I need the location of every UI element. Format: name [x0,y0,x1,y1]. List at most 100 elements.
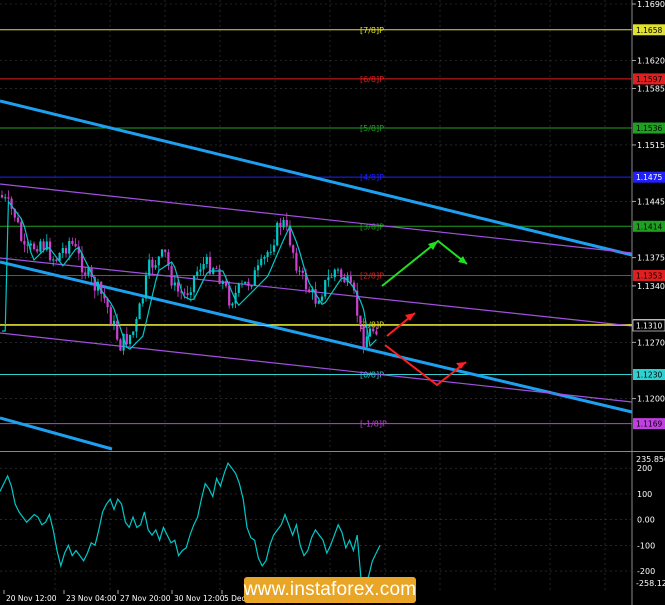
candle-body [215,268,218,270]
current-price-tag: 1.1310 [632,319,665,332]
current-price-label: 1.1310 [636,322,662,331]
price-label-7: 1.1270 [637,338,665,347]
candle-body [125,333,128,345]
forex-chart[interactable]: [7/8]P[6/8]P[5/8]P[4/8]P[3/8]P[2/8]P[1/8… [0,0,665,605]
murrey-label-5: [2/8]P [360,271,384,280]
osc-level-1: 100 [637,490,652,499]
candle-body [295,252,298,271]
candle-body [256,265,260,271]
candle-body [199,269,202,272]
price-tag-2: 1.1536 [636,124,662,133]
murrey-label-8: [-1/8]P [360,420,387,429]
price-label-3: 1.1515 [637,141,665,150]
time-label-2: 27 Nov 20:00 [120,594,171,603]
candle-body [36,249,39,252]
candle-body [202,263,205,270]
candle-body [160,249,164,257]
candle-body [279,222,282,228]
candle-body [132,331,135,335]
time-label-0: 20 Nov 12:00 [6,594,57,603]
candle-body [250,285,253,287]
candle-body [320,296,324,301]
candle-body [228,285,231,306]
price-pane[interactable] [0,0,632,450]
candle-body [359,315,362,325]
price-axis[interactable]: 1.1690 1.1620 1.1585 1.1515 1.1445 1.1375 1.13… [632,0,665,404]
candle-body [205,256,208,264]
candle-body [157,256,160,266]
candle-body [128,334,132,345]
candle-body [148,259,151,276]
price-tag-8: 1.1169 [636,420,662,429]
candle-body [119,339,122,351]
candle-body [170,265,173,286]
osc-level-2: 0.00 [637,516,655,525]
candle-body [23,240,26,245]
candle-body [301,270,304,273]
candle-body [333,269,336,278]
murrey-label-3: [4/8]P [360,173,384,182]
candle-body [247,281,250,286]
candle-body [253,270,256,286]
time-label-3: 30 Nov 12:00 [174,594,225,603]
price-label-1: 1.1620 [637,56,665,65]
candle-body [269,251,272,253]
candle-body [64,248,68,254]
candle-body [116,320,119,340]
candle-body [183,292,186,294]
time-label-1: 23 Nov 04:00 [66,594,117,603]
price-label-6: 1.1340 [637,282,665,291]
candle-body [32,243,36,250]
osc-level-0: 200 [637,464,652,473]
watermark-banner: www.instaforex.com [244,577,416,603]
candle-body [327,277,330,281]
candle-body [231,303,234,306]
candle-body [368,328,372,337]
candle-body [298,270,301,272]
candle-body [7,197,10,199]
candle-body [164,249,167,253]
candle-body [84,272,87,275]
candle-body [176,282,180,292]
price-tag-7: 1.1230 [636,371,662,380]
candle-body [61,248,64,253]
candle-body [173,282,176,286]
price-tag-1: 1.1597 [636,75,662,84]
candle-body [375,331,378,335]
price-label-8: 1.1200 [637,395,665,404]
candle-body [4,197,7,199]
candle-body [112,320,116,325]
candle-body [362,324,365,348]
candle-body [192,275,196,293]
candle-body [365,336,368,348]
candle-body [16,217,20,223]
candle-body [138,303,141,320]
murrey-label-0: [7/8]P [360,26,384,35]
price-tag-4: 1.1414 [636,222,662,231]
osc-level-4: -200 [637,567,655,576]
candle-body [68,240,71,254]
murrey-label-2: [5/8]P [360,124,384,133]
candle-body [240,283,244,285]
candle-body [48,241,52,261]
candle-body [244,281,247,284]
candle-body [372,328,375,332]
candle-body [349,276,352,283]
candle-body [74,243,77,247]
candle-body [237,283,240,293]
candle-body [272,245,276,252]
candle-body [276,222,279,246]
candle-body [263,256,266,259]
oscillator-min-label: -258.1218 [636,579,665,588]
candle-body [221,281,224,285]
candle-body [324,280,327,297]
candle-body [42,241,45,250]
price-tag-5: 1.1353 [636,271,662,280]
candle-body [29,243,32,246]
candle-body [340,269,343,278]
candle-body [141,298,144,304]
candle-body [285,219,288,226]
candle-body [55,259,58,261]
price-label-0: 1.1690 [637,0,665,9]
murrey-label-1: [6/8]P [360,75,384,84]
